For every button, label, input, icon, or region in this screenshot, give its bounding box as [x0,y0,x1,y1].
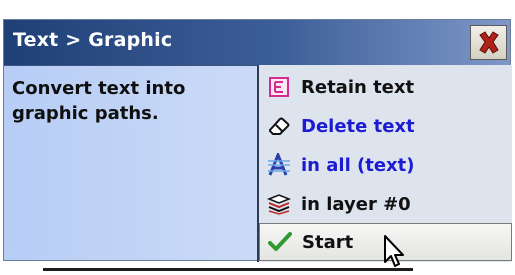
text-to-graphic-dialog: Text > Graphic Convert text into graphic… [3,19,512,262]
menu-item-label: in all (text) [301,154,415,176]
e-box-icon [266,75,292,99]
menu-item-label: Delete text [301,115,415,137]
checkmark-icon [267,230,293,254]
options-menu: Retain text Delete text in all (text) in… [257,65,512,262]
text-a-icon [266,153,292,177]
menu-item-in-all-text[interactable]: in all (text) [259,146,512,184]
description-text: Convert text into graphic paths. [12,78,186,124]
menu-item-in-layer[interactable]: in layer #0 [259,185,512,223]
close-icon [478,30,499,54]
title-bar: Text > Graphic [4,20,510,66]
bottom-edge-line [43,268,413,271]
menu-item-retain-text[interactable]: Retain text [259,68,512,106]
mouse-pointer-icon [384,235,404,267]
close-button[interactable] [470,25,507,60]
eraser-icon [266,114,292,138]
menu-item-delete-text[interactable]: Delete text [259,107,512,145]
menu-item-label: Start [302,231,354,253]
layers-icon [266,192,292,216]
menu-item-label: Retain text [301,76,415,98]
dialog-title: Text > Graphic [13,29,173,51]
menu-item-label: in layer #0 [301,193,411,215]
